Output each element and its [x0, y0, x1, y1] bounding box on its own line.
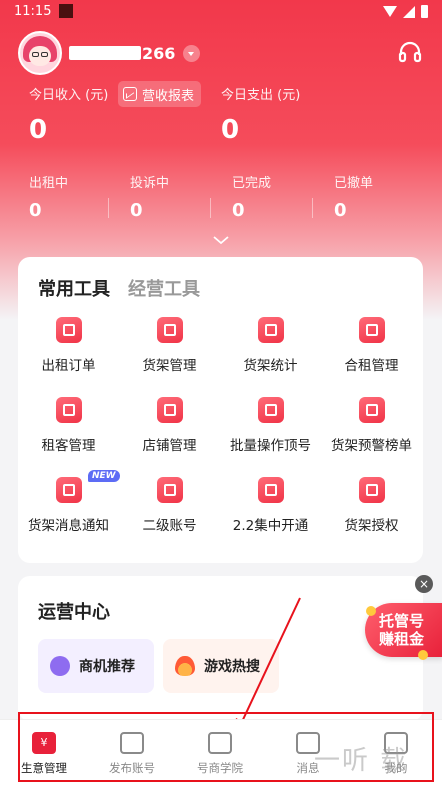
- robot-icon: [55, 477, 82, 503]
- tool-rental-orders[interactable]: 出租订单: [18, 317, 119, 374]
- flame-icon: [175, 656, 195, 676]
- tool-store-management[interactable]: 店铺管理: [119, 397, 220, 454]
- tool-label: 店铺管理: [142, 438, 197, 454]
- status-time: 11:15: [14, 4, 52, 19]
- revenue-report-label: 营收报表: [142, 88, 195, 104]
- clipboard-icon: [55, 317, 82, 343]
- ops-button-label: 商机推荐: [79, 659, 135, 675]
- tool-shelf-management[interactable]: 货架管理: [119, 317, 220, 374]
- today-expense: 今日支出 (元) 0: [221, 84, 300, 145]
- username-redaction: [69, 46, 141, 60]
- tool-label: 租客管理: [41, 438, 96, 454]
- expense-value: 0: [221, 115, 240, 145]
- close-icon[interactable]: ×: [415, 575, 433, 593]
- operations-center-card: 运营中心 商机推荐 游戏热搜: [18, 576, 423, 721]
- chart-icon: [257, 317, 284, 343]
- notification-icon: [59, 4, 73, 18]
- order-stats: 出租中 0 投诉中 0 已完成 0 已撤单 0: [0, 172, 442, 224]
- tool-tenant-management[interactable]: 租客管理: [18, 397, 119, 454]
- tools-tabs: 常用工具 经营工具: [38, 275, 200, 301]
- tool-sub-account[interactable]: 二级账号: [119, 477, 220, 534]
- system-icons: [383, 5, 428, 18]
- chart-icon: [123, 87, 137, 101]
- revenue-report-button[interactable]: 营收报表: [118, 81, 202, 107]
- stat-label: 已撤单: [334, 176, 374, 191]
- promo-line-1: 托管号: [379, 612, 425, 630]
- stat-completed[interactable]: 已完成 0: [232, 172, 271, 221]
- layers-icon: [358, 317, 385, 343]
- stat-label: 投诉中: [130, 176, 170, 191]
- tab-business-tools[interactable]: 经营工具: [128, 275, 200, 301]
- tool-batch-activation[interactable]: 2.2集中开通: [220, 477, 321, 534]
- profile-header[interactable]: 266: [18, 31, 201, 75]
- check-icon: [257, 477, 284, 503]
- tool-shelf-stats[interactable]: 货架统计: [220, 317, 321, 374]
- divider: [108, 198, 109, 218]
- shield-icon: [358, 477, 385, 503]
- stat-value: 0: [334, 200, 347, 221]
- battery-icon: [421, 5, 428, 18]
- customer-service-icon[interactable]: [398, 41, 422, 63]
- stat-value: 0: [29, 200, 42, 221]
- avatar[interactable]: [18, 31, 62, 75]
- stat-label: 已完成: [232, 176, 272, 191]
- today-income: 今日收入 (元) 0: [29, 84, 108, 145]
- expand-chevron-icon[interactable]: [213, 236, 229, 244]
- batch-icon: [257, 397, 284, 423]
- tool-label: 货架消息通知: [28, 518, 109, 534]
- alert-icon: [358, 397, 385, 423]
- username[interactable]: 266: [69, 43, 201, 63]
- tools-card: 常用工具 经营工具 出租订单 货架管理 货架统计 合租管理 租客管理 店铺管理: [18, 257, 423, 563]
- tab-common-tools[interactable]: 常用工具: [38, 275, 110, 301]
- coin-icon: [366, 606, 376, 616]
- chevron-down-icon[interactable]: [183, 44, 201, 62]
- stat-value: 0: [232, 200, 245, 221]
- tool-batch-operation[interactable]: 批量操作顶号: [220, 397, 321, 454]
- tool-label: 货架授权: [344, 518, 399, 534]
- tool-label: 批量操作顶号: [230, 438, 311, 454]
- income-value: 0: [29, 115, 48, 145]
- ops-title: 运营中心: [38, 602, 110, 623]
- tool-label: 出租订单: [41, 358, 96, 374]
- income-label: 今日收入 (元): [29, 88, 109, 103]
- watermark: 一听 载: [314, 746, 409, 776]
- status-bar: 11:15: [0, 0, 442, 26]
- username-suffix: 266: [142, 43, 176, 63]
- signal-icon: [403, 5, 415, 18]
- tool-label: 货架统计: [243, 358, 298, 374]
- divider: [210, 198, 211, 218]
- stat-value: 0: [130, 200, 143, 221]
- tool-label: 二级账号: [142, 518, 197, 534]
- stat-complaint[interactable]: 投诉中 0: [130, 172, 169, 221]
- tool-shelf-notifications[interactable]: NEW 货架消息通知: [18, 470, 120, 534]
- shelf-icon: [156, 317, 183, 343]
- tool-shared-rental[interactable]: 合租管理: [321, 317, 422, 374]
- tool-label: 合租管理: [344, 358, 399, 374]
- divider: [312, 198, 313, 218]
- tool-label: 货架预警榜单: [331, 438, 412, 454]
- stat-renting[interactable]: 出租中 0: [29, 172, 68, 221]
- promo-banner[interactable]: 托管号 赚租金: [365, 603, 442, 657]
- tool-label: 货架管理: [142, 358, 197, 374]
- tool-shelf-alerts[interactable]: 货架预警榜单: [321, 397, 422, 454]
- stat-label: 出租中: [29, 176, 69, 191]
- recommend-icon: [50, 656, 70, 676]
- store-icon: [156, 397, 183, 423]
- sub-account-icon: [156, 477, 183, 503]
- person-icon: [55, 397, 82, 423]
- stat-cancelled[interactable]: 已撤单 0: [334, 172, 373, 221]
- opportunity-recommend-button[interactable]: 商机推荐: [38, 639, 154, 693]
- ops-button-label: 游戏热搜: [204, 659, 260, 675]
- coin-icon: [418, 650, 428, 660]
- expense-label: 今日支出 (元): [221, 88, 301, 103]
- new-badge: NEW: [88, 470, 120, 482]
- wifi-icon: [383, 6, 397, 17]
- tool-shelf-authorization[interactable]: 货架授权: [321, 477, 422, 534]
- tool-label: 2.2集中开通: [232, 518, 309, 534]
- game-trending-button[interactable]: 游戏热搜: [163, 639, 279, 693]
- promo-line-2: 赚租金: [379, 630, 425, 648]
